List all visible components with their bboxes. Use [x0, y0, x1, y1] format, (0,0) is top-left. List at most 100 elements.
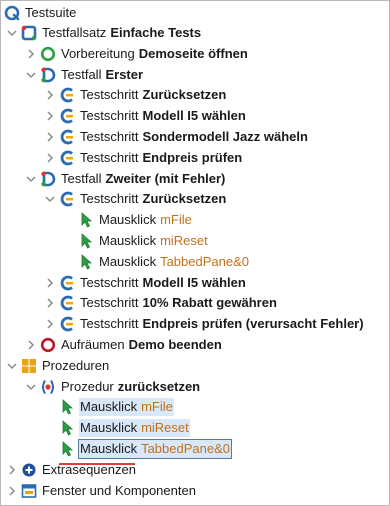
node-type-label: Mausklick: [99, 233, 157, 248]
tree-row-label: Testschritt Endpreis prüfen (verursacht F…: [79, 315, 365, 333]
node-type-label: Testschritt: [80, 129, 139, 144]
component-id: mFile: [160, 212, 192, 228]
tree-row[interactable]: Testfallsatz Einfache Tests: [6, 23, 202, 43]
tree-row[interactable]: Mausklick mFile: [63, 210, 193, 230]
tree-row-label: Testfall Zweiter (mit Fehler): [60, 170, 226, 188]
node-name: Demoseite öffnen: [138, 45, 248, 61]
mouse-click-icon: [59, 420, 75, 436]
chevron-down-icon[interactable]: [6, 23, 18, 43]
tree-row[interactable]: Testschritt Modell I5 wählen: [44, 106, 247, 126]
teststep-icon: [59, 108, 75, 124]
tree-root-label: Testsuite: [25, 5, 77, 20]
extrasequences-icon: [21, 462, 37, 478]
component-id: miReset: [141, 420, 189, 436]
mouse-click-icon: [59, 399, 75, 415]
teststep-icon: [59, 129, 75, 145]
tree-row[interactable]: Vorbereitung Demoseite öffnen: [25, 44, 249, 64]
cleanup-icon: [40, 337, 56, 353]
tree-row[interactable]: Prozedur zurücksetzen: [25, 377, 201, 397]
chevron-right-icon[interactable]: [44, 106, 56, 126]
tree-row[interactable]: Testschritt Zurücksetzen: [44, 189, 227, 209]
tree-root-testsuite[interactable]: Testsuite: [4, 3, 77, 23]
tree-row[interactable]: Prozeduren: [6, 356, 110, 376]
tree-row-label: Mausklick mFile: [98, 211, 193, 229]
tree-row[interactable]: Mausklick miReset: [63, 231, 209, 251]
tree-row[interactable]: Testschritt Endpreis prüfen (verursacht F…: [44, 314, 365, 334]
tree-row[interactable]: Mausklick TabbedPane&0: [63, 252, 250, 272]
node-type-label: Prozedur: [61, 378, 114, 394]
q-logo-icon: [4, 5, 20, 21]
tree-row[interactable]: Testschritt Modell I5 wählen: [44, 273, 247, 293]
chevron-down-icon[interactable]: [25, 65, 37, 85]
node-name: Endpreis prüfen (verursacht Fehler): [142, 316, 364, 332]
tree-row[interactable]: Mausklick mFile: [44, 397, 174, 417]
tree-row[interactable]: Testschritt Sondermodell Jazz wäheln: [44, 127, 309, 147]
mouse-click-icon: [59, 441, 75, 457]
component-id: TabbedPane&0: [160, 253, 249, 269]
node-type-label: Testfallsatz: [42, 25, 107, 40]
chevron-right-icon[interactable]: [44, 127, 56, 147]
node-type-label: Mausklick: [80, 420, 138, 436]
drop-indicator-line: [59, 463, 135, 465]
node-type-label: Testschritt: [80, 191, 139, 207]
chevron-right-icon[interactable]: [44, 85, 56, 105]
tree-row-label: Testschritt Endpreis prüfen: [79, 149, 243, 167]
setup-icon: [40, 46, 56, 62]
chevron-right-icon[interactable]: [25, 44, 37, 64]
tree-row-label: Mausklick miReset: [98, 232, 209, 250]
tree-row[interactable]: Testfall Erster: [25, 65, 144, 85]
teststep-icon: [59, 275, 75, 291]
node-type-label: Testschritt: [80, 87, 139, 103]
tree-row[interactable]: Testfall Zweiter (mit Fehler): [25, 169, 226, 189]
chevron-down-icon[interactable]: [25, 377, 37, 397]
chevron-right-icon[interactable]: [25, 335, 37, 355]
procedure-icon: [40, 379, 56, 395]
tree-row[interactable]: Aufräumen Demo beenden: [25, 335, 223, 355]
node-name: Erster: [105, 66, 144, 82]
tree-row-label: Vorbereitung Demoseite öffnen: [60, 45, 249, 63]
chevron-right-icon[interactable]: [6, 460, 18, 480]
tree-row[interactable]: Testschritt 10% Rabatt gewähren: [44, 293, 278, 313]
node-name: Zweiter (mit Fehler): [105, 170, 226, 186]
tree-row[interactable]: Mausklick TabbedPane&0: [44, 439, 232, 459]
tree-row-label: Testschritt Modell I5 wählen: [79, 274, 247, 292]
tree-row[interactable]: Mausklick miReset: [44, 418, 190, 438]
teststep-icon: [59, 87, 75, 103]
chevron-down-icon[interactable]: [25, 169, 37, 189]
chevron-right-icon[interactable]: [44, 148, 56, 168]
node-type-label: Prozeduren: [42, 357, 110, 373]
tree-row[interactable]: Fenster und Komponenten: [6, 481, 197, 501]
node-type-label: Mausklick: [80, 441, 138, 456]
chevron-down-icon[interactable]: [44, 189, 56, 209]
chevron-right-icon[interactable]: [44, 293, 56, 313]
tree-row-label: Testschritt Zurücksetzen: [79, 86, 227, 104]
tree-row-label: Testfall Erster: [60, 66, 144, 84]
tree-row[interactable]: Testschritt Zurücksetzen: [44, 85, 227, 105]
tree-row-label: Testschritt Modell I5 wählen: [79, 107, 247, 125]
node-name: Demo beenden: [128, 337, 222, 352]
chevron-down-icon[interactable]: [6, 356, 18, 376]
tree-row-label: Fenster und Komponenten: [41, 482, 197, 500]
teststep-icon: [59, 191, 75, 207]
test-tree-panel: Testsuite Testfallsatz Einfache Tests Vorb…: [0, 0, 390, 506]
chevron-right-icon[interactable]: [44, 273, 56, 293]
node-type-label: Fenster und Komponenten: [42, 482, 196, 498]
node-type-label: Testfall: [61, 66, 102, 82]
teststep-icon: [59, 295, 75, 311]
tree-row-label: Mausklick TabbedPane&0: [98, 253, 250, 271]
chevron-right-icon[interactable]: [6, 481, 18, 501]
node-name: Zurücksetzen: [142, 191, 227, 207]
node-type-label: Mausklick: [80, 399, 138, 415]
tree-row[interactable]: Testschritt Endpreis prüfen: [44, 148, 243, 168]
chevron-right-icon[interactable]: [44, 314, 56, 334]
node-type-label: Mausklick: [99, 212, 157, 228]
component-id: mFile: [141, 399, 173, 415]
mouse-click-icon: [78, 212, 94, 228]
tree-row-label: Aufräumen Demo beenden: [60, 336, 223, 354]
testcase-icon: [40, 171, 56, 187]
tree-row-label: Mausklick TabbedPane&0: [78, 439, 232, 459]
